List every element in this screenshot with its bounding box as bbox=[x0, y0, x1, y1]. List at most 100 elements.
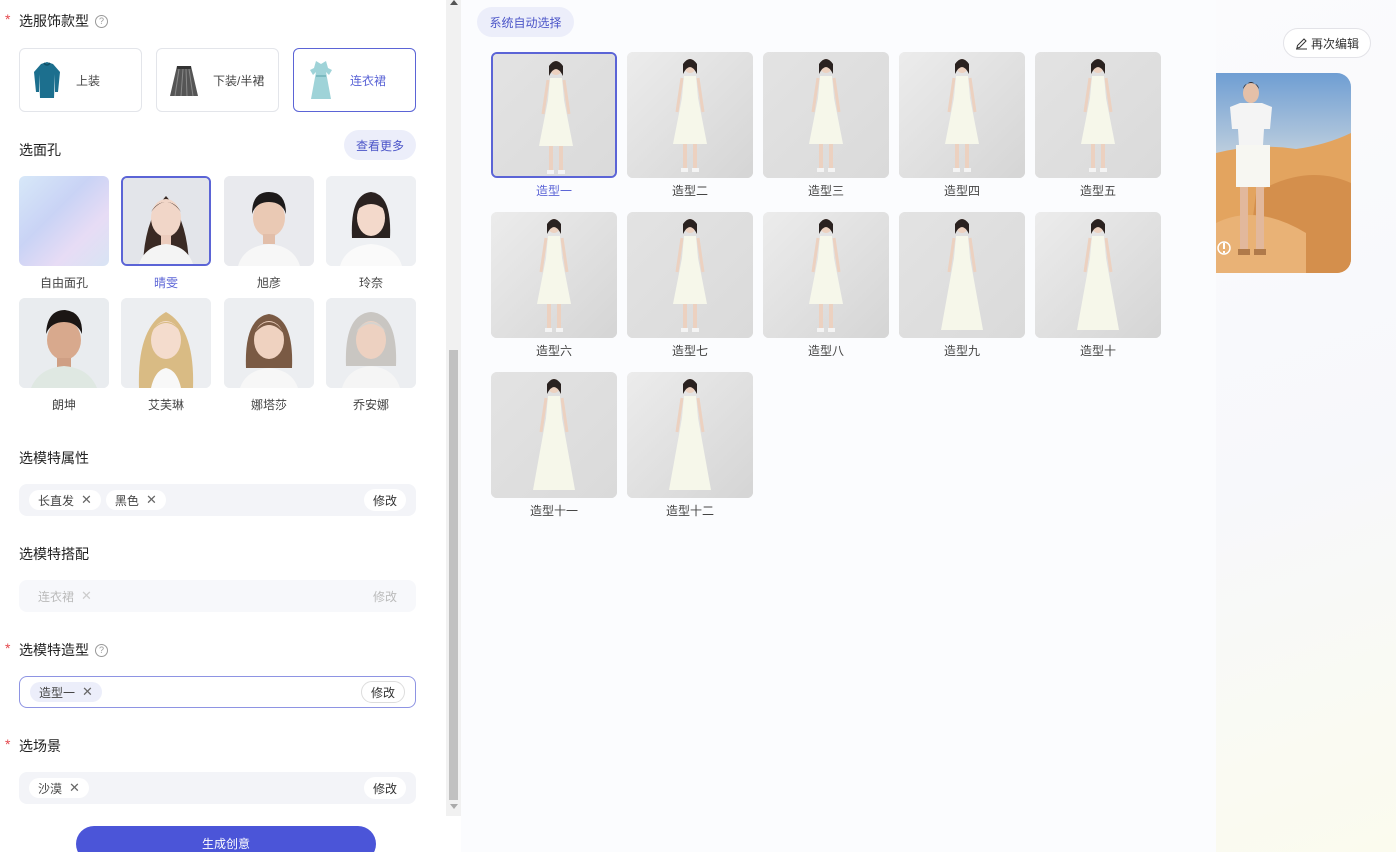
face-label: 乔安娜 bbox=[352, 398, 389, 412]
desert-scene-image bbox=[1216, 73, 1351, 273]
dress-icon bbox=[310, 61, 332, 99]
required-mark: * bbox=[5, 640, 11, 656]
garment-option-dress[interactable]: 连衣裙 bbox=[293, 48, 416, 112]
face-thumb-evelyn[interactable] bbox=[121, 298, 211, 388]
pose-thumb[interactable] bbox=[1035, 212, 1161, 338]
pose-image bbox=[899, 52, 1025, 178]
face-thumb-langkun[interactable] bbox=[19, 298, 109, 388]
face-thumb-free[interactable] bbox=[19, 176, 109, 266]
scene-tag-box[interactable]: 沙漠 ✕ 修改 bbox=[19, 772, 416, 804]
pose-tag-box[interactable]: 造型一 ✕ 修改 bbox=[19, 676, 416, 708]
pose-thumb[interactable] bbox=[627, 212, 753, 338]
required-mark: * bbox=[5, 11, 11, 27]
pose-image bbox=[763, 212, 889, 338]
face-thumb-lingnai[interactable] bbox=[326, 176, 416, 266]
face-label: 旭彦 bbox=[256, 276, 281, 290]
face-label: 娜塔莎 bbox=[250, 398, 287, 412]
pose-label: 造型二 bbox=[671, 184, 708, 198]
top-icon bbox=[34, 62, 60, 98]
attr-section-title: 选模特属性 bbox=[19, 450, 89, 466]
pose-thumb[interactable] bbox=[763, 212, 889, 338]
remove-tag-icon[interactable]: ✕ bbox=[69, 780, 80, 796]
portrait-image bbox=[121, 298, 211, 388]
reedit-label: 再次编辑 bbox=[1310, 36, 1359, 51]
attr-tag[interactable]: 长直发 ✕ bbox=[29, 490, 101, 510]
face-label: 朗坤 bbox=[51, 398, 76, 412]
pose-label: 造型一 bbox=[535, 184, 572, 198]
portrait-image bbox=[326, 176, 416, 266]
pose-thumb[interactable] bbox=[491, 212, 617, 338]
result-image[interactable] bbox=[1216, 73, 1351, 273]
pose-image bbox=[493, 54, 615, 176]
generate-button[interactable]: 生成创意 bbox=[76, 826, 376, 852]
tag-label: 长直发 bbox=[38, 493, 75, 508]
scroll-up-icon[interactable] bbox=[450, 0, 458, 5]
edit-pose-button[interactable]: 修改 bbox=[360, 681, 405, 703]
garment-option-top[interactable]: 上装 bbox=[19, 48, 142, 112]
left-scrollbar[interactable] bbox=[446, 0, 461, 816]
portrait-image bbox=[326, 298, 416, 388]
scene-tag[interactable]: 沙漠 ✕ bbox=[29, 778, 89, 798]
pose-label: 造型三 bbox=[807, 184, 844, 198]
pose-image bbox=[627, 212, 753, 338]
pose-thumb[interactable] bbox=[627, 372, 753, 498]
match-tag: 连衣裙 ✕ bbox=[29, 586, 101, 606]
edit-attr-button[interactable]: 修改 bbox=[363, 489, 406, 511]
pose-image bbox=[491, 212, 617, 338]
view-more-button[interactable]: 查看更多 bbox=[344, 130, 416, 160]
face-thumb-natasha[interactable] bbox=[224, 298, 314, 388]
remove-tag-icon[interactable]: ✕ bbox=[82, 684, 93, 700]
edit-scene-button[interactable]: 修改 bbox=[363, 777, 406, 799]
portrait-image bbox=[19, 298, 109, 388]
pose-label: 造型四 bbox=[943, 184, 980, 198]
remove-tag-icon[interactable]: ✕ bbox=[146, 492, 157, 508]
auto-select-button[interactable]: 系统自动选择 bbox=[477, 7, 574, 37]
pose-thumb[interactable] bbox=[491, 372, 617, 498]
pose-thumb[interactable] bbox=[627, 52, 753, 178]
edit-match-button: 修改 bbox=[372, 589, 397, 604]
remove-tag-icon[interactable]: ✕ bbox=[81, 492, 92, 508]
pose-label: 造型五 bbox=[1079, 184, 1116, 198]
tag-label: 连衣裙 bbox=[38, 589, 75, 604]
pose-image bbox=[1035, 52, 1161, 178]
pose-label: 造型十一 bbox=[529, 504, 578, 518]
face-label: 晴雯 bbox=[153, 276, 178, 290]
pose-image bbox=[1035, 212, 1161, 338]
pose-section-title: 选模特造型 ? bbox=[19, 640, 108, 660]
pose-thumb[interactable] bbox=[491, 52, 617, 178]
garment-label: 连衣裙 bbox=[350, 73, 387, 88]
help-icon[interactable]: ? bbox=[95, 14, 108, 28]
attr-tag[interactable]: 黑色 ✕ bbox=[105, 490, 166, 510]
pose-image bbox=[627, 372, 753, 498]
pose-tag[interactable]: 造型一 ✕ bbox=[30, 682, 102, 702]
scroll-down-icon[interactable] bbox=[450, 804, 458, 809]
attr-tag-box[interactable]: 长直发 ✕ 黑色 ✕ 修改 bbox=[19, 484, 416, 516]
pose-image bbox=[627, 52, 753, 178]
settings-panel: * 选服饰款型 ? 上装 下装/半裙 连衣裙 选面孔 查看更多 自由面孔 晴雯 … bbox=[0, 0, 446, 852]
pose-label: 造型六 bbox=[535, 344, 572, 358]
pose-label: 造型七 bbox=[671, 344, 708, 358]
pose-label: 造型九 bbox=[943, 344, 980, 358]
pose-thumb[interactable] bbox=[1035, 52, 1161, 178]
face-thumb-qingwen[interactable] bbox=[121, 176, 211, 266]
pose-image bbox=[899, 212, 1025, 338]
remove-tag-icon: ✕ bbox=[81, 588, 92, 603]
face-label: 艾芙琳 bbox=[147, 398, 184, 412]
garment-label: 下装/半裙 bbox=[213, 73, 265, 88]
pose-label: 造型八 bbox=[807, 344, 844, 358]
garment-section-label: 选服饰款型 bbox=[19, 13, 89, 29]
face-thumb-xuyan[interactable] bbox=[224, 176, 314, 266]
tag-label: 黑色 bbox=[114, 493, 139, 508]
edit-pencil-icon bbox=[1295, 37, 1307, 49]
garment-label: 上装 bbox=[76, 73, 101, 88]
scroll-thumb[interactable] bbox=[449, 350, 458, 800]
reedit-button[interactable]: 再次编辑 bbox=[1283, 28, 1371, 58]
garment-section-title: 选服饰款型 ? bbox=[19, 11, 108, 31]
face-label: 玲奈 bbox=[358, 276, 383, 290]
help-icon[interactable]: ? bbox=[95, 643, 108, 657]
garment-option-skirt[interactable]: 下装/半裙 bbox=[156, 48, 279, 112]
face-thumb-joanna[interactable] bbox=[326, 298, 416, 388]
pose-thumb[interactable] bbox=[899, 212, 1025, 338]
pose-thumb[interactable] bbox=[763, 52, 889, 178]
pose-thumb[interactable] bbox=[899, 52, 1025, 178]
